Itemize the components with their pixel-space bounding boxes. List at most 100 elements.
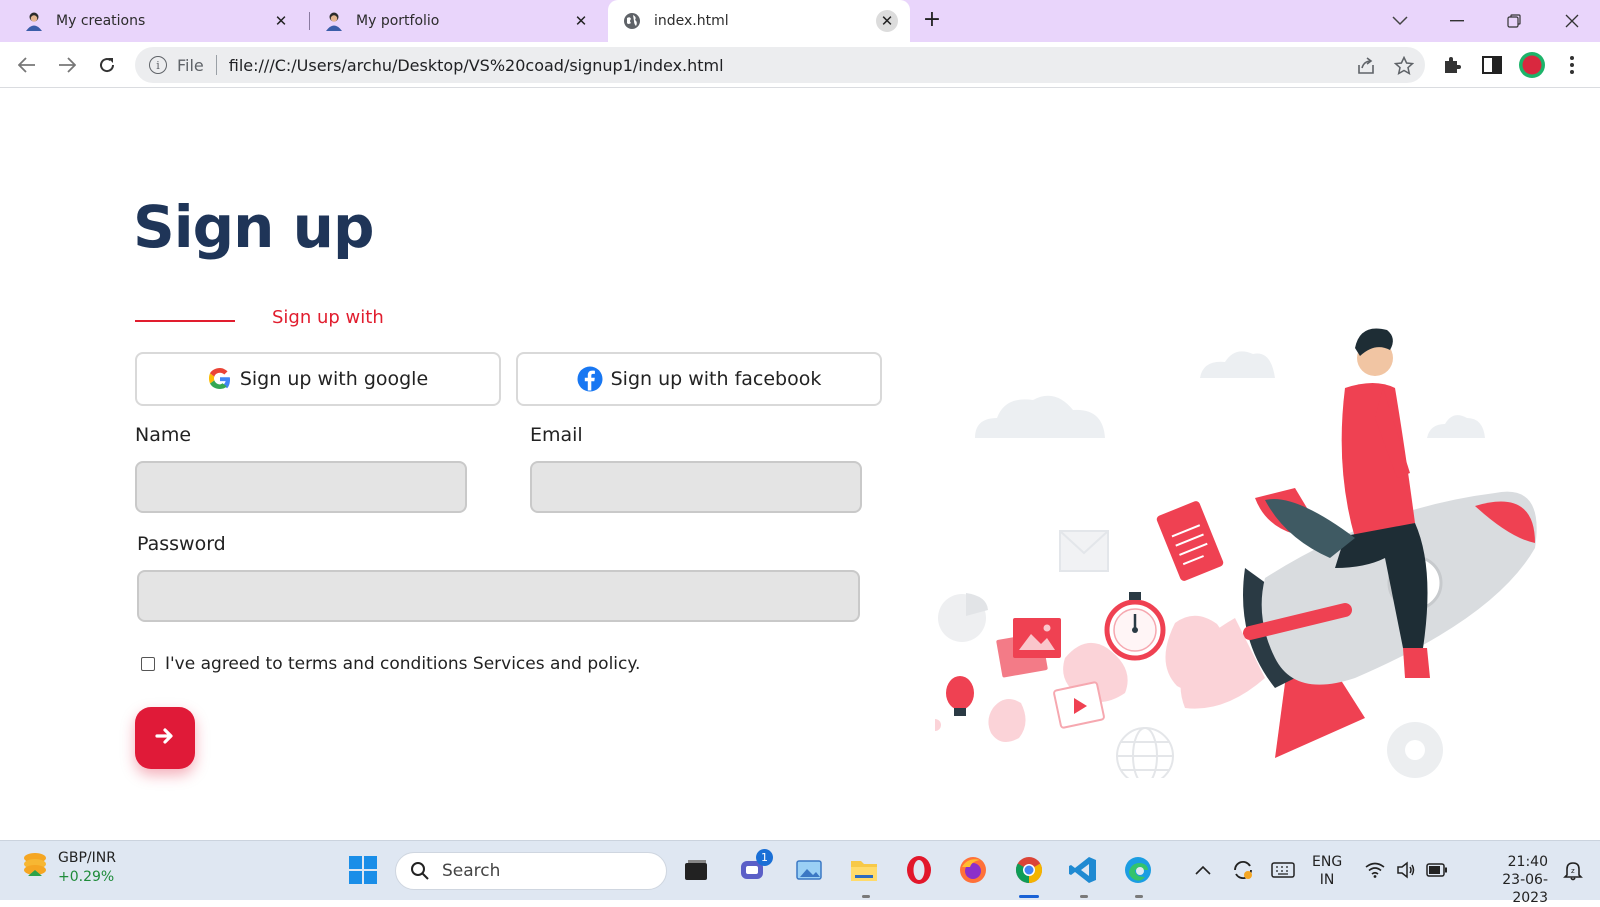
- currency-widget[interactable]: GBP/INR +0.29%: [20, 849, 116, 887]
- stopwatch-icon: [1104, 592, 1166, 661]
- profile-avatar-icon[interactable]: [1518, 51, 1546, 79]
- arrow-right-icon: [155, 727, 175, 749]
- restore-icon[interactable]: [1502, 9, 1526, 33]
- email-label: Email: [530, 424, 583, 446]
- google-icon: [208, 367, 232, 391]
- forward-arrow-icon[interactable]: [53, 51, 81, 79]
- name-input[interactable]: [135, 461, 467, 513]
- facebook-signup-button[interactable]: Sign up with facebook: [516, 352, 882, 406]
- password-input[interactable]: [137, 570, 860, 622]
- terms-text: I've agreed to terms and conditions Serv…: [165, 654, 641, 674]
- new-tab-button[interactable]: +: [920, 9, 944, 33]
- avatar-icon: [24, 11, 44, 31]
- close-window-icon[interactable]: [1560, 9, 1584, 33]
- tab-label: My portfolio: [356, 13, 440, 29]
- url-text[interactable]: file:///C:/Users/archu/Desktop/VS%20coad…: [229, 56, 724, 75]
- windows-taskbar: GBP/INR +0.29% Search 1 ENG IN 21:40 23-…: [0, 840, 1600, 906]
- notification-bell-icon[interactable]: z: [1556, 853, 1590, 887]
- document-icon: [1156, 501, 1224, 581]
- google-button-label: Sign up with google: [239, 368, 429, 390]
- facebook-button-label: Sign up with facebook: [610, 368, 822, 390]
- reload-icon[interactable]: [93, 51, 121, 79]
- email-input[interactable]: [530, 461, 862, 513]
- tab-label: index.html: [654, 13, 729, 29]
- minimize-icon[interactable]: [1445, 9, 1469, 33]
- widget-name: GBP/INR: [58, 850, 116, 866]
- browser-toolbar: i File file:///C:/Users/archu/Desktop/VS…: [0, 42, 1600, 88]
- menu-kebab-icon[interactable]: [1558, 51, 1586, 79]
- globe-outline-icon: [1116, 727, 1174, 778]
- windows-start-icon[interactable]: [346, 853, 380, 887]
- site-info-icon[interactable]: i: [149, 56, 167, 74]
- widget-change: +0.29%: [58, 869, 115, 885]
- tab-label: My creations: [56, 13, 146, 29]
- running-indicator: [862, 895, 870, 898]
- photos-gallery-icon[interactable]: [792, 853, 826, 887]
- close-tab-icon[interactable]: ✕: [876, 10, 898, 32]
- vscode-icon[interactable]: [1066, 853, 1100, 887]
- active-app-indicator: [1019, 895, 1039, 898]
- task-view-icon[interactable]: [679, 853, 713, 887]
- tab-my-creations[interactable]: My creations ✕: [14, 0, 302, 42]
- rocket-illustration: [935, 328, 1537, 778]
- sync-icon[interactable]: [1226, 853, 1260, 887]
- submit-button[interactable]: [135, 707, 195, 769]
- lang-top: ENG: [1312, 854, 1343, 870]
- volume-icon[interactable]: [1389, 853, 1423, 887]
- running-indicator: [1080, 895, 1088, 898]
- svg-text:z: z: [1571, 867, 1575, 875]
- video-play-icon: [1053, 681, 1105, 729]
- wifi-icon[interactable]: [1358, 853, 1392, 887]
- battery-icon[interactable]: [1420, 853, 1454, 887]
- search-icon: [410, 861, 430, 881]
- address-bar[interactable]: i File file:///C:/Users/archu/Desktop/VS…: [135, 47, 1425, 83]
- search-placeholder: Search: [442, 861, 501, 881]
- firefox-icon[interactable]: [956, 853, 990, 887]
- taskbar-search[interactable]: Search: [395, 852, 667, 890]
- address-divider: [215, 55, 217, 75]
- gear-icon: [1387, 722, 1443, 778]
- chrome-icon[interactable]: [1012, 853, 1046, 887]
- browser-tab-strip: My creations ✕ My portfolio ✕ index.html…: [0, 0, 1600, 42]
- extensions-puzzle-icon[interactable]: [1438, 51, 1466, 79]
- scheme-label: File: [177, 55, 204, 75]
- image-icon: [996, 618, 1061, 678]
- language-indicator[interactable]: ENG IN: [1312, 853, 1342, 889]
- share-icon[interactable]: [1355, 55, 1377, 77]
- chat-badge: 1: [756, 849, 773, 866]
- terms-checkbox[interactable]: [141, 657, 155, 671]
- signup-page: Sign up Sign up with Sign up with google…: [0, 88, 1600, 840]
- tab-separator: [309, 12, 310, 30]
- terms-row: I've agreed to terms and conditions Serv…: [141, 654, 640, 674]
- show-hidden-icons-chevron[interactable]: [1186, 853, 1220, 887]
- name-label: Name: [135, 424, 192, 446]
- tab-search-chevron-icon[interactable]: [1388, 9, 1412, 33]
- side-panel-icon[interactable]: [1478, 51, 1506, 79]
- globe-icon: [622, 11, 642, 31]
- clock-date: 23-06-2023: [1502, 872, 1548, 906]
- avatar-icon: [324, 11, 344, 31]
- google-signup-button[interactable]: Sign up with google: [135, 352, 501, 406]
- file-explorer-icon[interactable]: [847, 853, 881, 887]
- lightbulb-icon: [935, 676, 974, 731]
- clock-time: 21:40: [1507, 854, 1548, 870]
- signup-with-label: Sign up with: [272, 307, 384, 328]
- close-tab-icon[interactable]: ✕: [270, 10, 292, 32]
- keyboard-icon[interactable]: [1266, 853, 1300, 887]
- coins-icon: [20, 850, 50, 886]
- tab-index-html[interactable]: index.html ✕: [608, 0, 910, 42]
- close-tab-icon[interactable]: ✕: [570, 10, 592, 32]
- running-indicator: [1135, 895, 1143, 898]
- facebook-icon: [577, 366, 603, 392]
- pie-chart-icon: [938, 593, 988, 642]
- clock[interactable]: 21:40 23-06-2023: [1468, 853, 1548, 907]
- password-label: Password: [137, 533, 226, 555]
- back-arrow-icon[interactable]: [13, 51, 41, 79]
- tab-my-portfolio[interactable]: My portfolio ✕: [314, 0, 602, 42]
- bookmark-star-icon[interactable]: [1393, 55, 1415, 77]
- envelope-icon: [1059, 530, 1109, 572]
- lang-bottom: IN: [1319, 872, 1335, 888]
- opera-browser-icon[interactable]: [902, 853, 936, 887]
- edge-browser-icon[interactable]: [1121, 853, 1155, 887]
- divider-line: [135, 320, 235, 322]
